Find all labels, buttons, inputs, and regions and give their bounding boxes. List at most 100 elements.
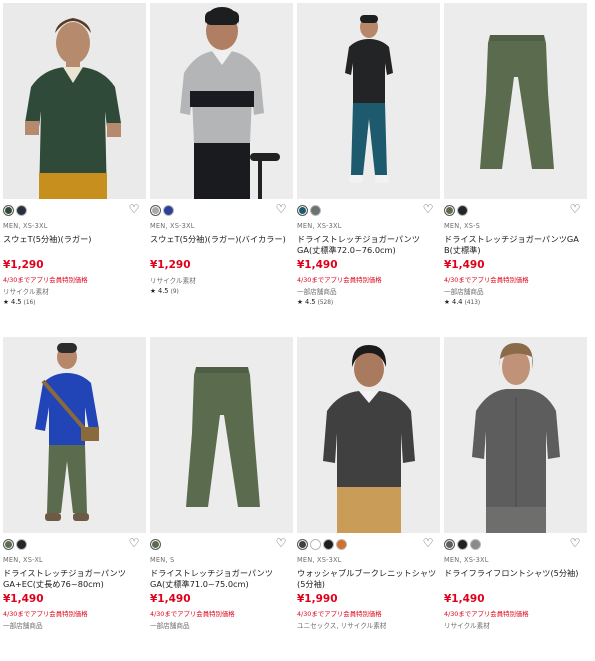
model-gray-shirt-image <box>444 337 587 533</box>
rating-stars: ★ 4.5 <box>3 298 22 306</box>
favorite-heart-icon[interactable]: ♡ <box>128 203 140 215</box>
model-green-rugby-image <box>3 3 146 199</box>
product-image[interactable] <box>444 337 587 533</box>
favorite-heart-icon[interactable]: ♡ <box>422 537 434 549</box>
color-swatch[interactable] <box>3 538 14 550</box>
product-gender-size: MEN, XS-3XL <box>297 556 342 564</box>
color-swatches <box>297 204 440 216</box>
product-price: ¥1,490 <box>297 259 338 271</box>
color-swatch[interactable] <box>470 538 481 550</box>
color-swatch[interactable] <box>297 538 308 550</box>
product-note: 一部店舗商品 <box>444 288 484 296</box>
favorite-heart-icon[interactable]: ♡ <box>422 203 434 215</box>
review-count: (16) <box>23 300 36 306</box>
product-gender-size: MEN, XS-3XL <box>3 222 48 230</box>
color-swatch[interactable] <box>310 204 321 216</box>
favorite-heart-icon[interactable]: ♡ <box>569 537 581 549</box>
color-swatches <box>297 538 440 550</box>
model-gray-bicolor-image <box>150 3 293 199</box>
color-swatch[interactable] <box>163 204 174 216</box>
color-swatch[interactable] <box>323 538 334 550</box>
product-name[interactable]: スウェT(5分袖)(ラガー) <box>3 234 146 256</box>
product-price: ¥1,290 <box>150 259 191 271</box>
product-price: ¥1,290 <box>3 259 44 271</box>
color-swatch[interactable] <box>3 204 14 216</box>
product-name[interactable]: スウェT(5分袖)(ラガー)(バイカラー) <box>150 234 293 256</box>
product-card[interactable]: ♡ MEN, S ドライストレッチジョガーパンツGA(丈標準71.0~75.0c… <box>150 337 293 661</box>
promo-text: 4/30までアプリ会員特別価格 <box>444 610 529 618</box>
product-price: ¥1,490 <box>444 259 485 271</box>
product-price: ¥1,490 <box>150 593 191 605</box>
product-name[interactable]: ドライストレッチジョガーパンツGA(丈標準72.0~76.0cm) <box>297 234 440 256</box>
product-note: リサイクル素材 <box>3 288 49 296</box>
product-name[interactable]: ドライストレッチジョガーパンツGA B(丈標準) <box>444 234 587 256</box>
color-swatch[interactable] <box>310 538 321 550</box>
product-image[interactable] <box>297 3 440 199</box>
color-swatch[interactable] <box>16 204 27 216</box>
product-image[interactable] <box>150 337 293 533</box>
color-swatch[interactable] <box>150 538 161 550</box>
product-card[interactable]: ♡ MEN, XS-3XL ドライフライフロントシャツ(5分袖) ¥1,490 … <box>444 337 587 661</box>
product-image[interactable] <box>3 3 146 199</box>
rating-stars: ★ 4.5 <box>297 298 316 306</box>
color-swatches <box>444 538 587 550</box>
product-grid: ♡ MEN, XS-3XL スウェT(5分袖)(ラガー) ¥1,290 4/30… <box>3 3 587 661</box>
rating: ★ 4.5 (528) <box>297 298 440 307</box>
promo-text: 4/30までアプリ会員特別価格 <box>3 276 88 284</box>
product-image[interactable] <box>150 3 293 199</box>
favorite-heart-icon[interactable]: ♡ <box>275 537 287 549</box>
color-swatches <box>3 538 146 550</box>
promo-text: 4/30までアプリ会員特別価格 <box>3 610 88 618</box>
product-price: ¥1,490 <box>3 593 44 605</box>
rating: ★ 4.4 (413) <box>444 298 587 307</box>
product-name[interactable]: ドライフライフロントシャツ(5分袖) <box>444 568 587 590</box>
product-note: リサイクル素材 <box>150 277 196 285</box>
color-swatches <box>444 204 587 216</box>
promo-text: 4/30までアプリ会員特別価格 <box>297 276 382 284</box>
color-swatch[interactable] <box>297 204 308 216</box>
favorite-heart-icon[interactable]: ♡ <box>275 203 287 215</box>
promo-text: 4/30までアプリ会員特別価格 <box>444 276 529 284</box>
product-gender-size: MEN, S <box>150 556 175 564</box>
model-teal-jogger-image <box>297 3 440 199</box>
color-swatch[interactable] <box>457 538 468 550</box>
product-gender-size: MEN, XS-S <box>444 222 481 230</box>
product-name[interactable]: ドライストレッチジョガーパンツGA+EC(丈長め76~80cm) <box>3 568 146 590</box>
model-blue-sweater-image <box>3 337 146 533</box>
color-swatch[interactable] <box>150 204 161 216</box>
promo-text: 4/30までアプリ会員特別価格 <box>297 610 382 618</box>
product-card[interactable]: ♡ MEN, XS-3XL ウォッシャブルブークレニットシャツ(5分袖) ¥1,… <box>297 337 440 661</box>
product-price: ¥1,990 <box>297 593 338 605</box>
favorite-heart-icon[interactable]: ♡ <box>569 203 581 215</box>
product-image[interactable] <box>3 337 146 533</box>
product-name[interactable]: ドライストレッチジョガーパンツGA(丈標準71.0~75.0cm) <box>150 568 293 590</box>
olive-pants-image <box>444 3 587 199</box>
favorite-heart-icon[interactable]: ♡ <box>128 537 140 549</box>
product-gender-size: MEN, XS-XL <box>3 556 43 564</box>
product-image[interactable] <box>444 3 587 199</box>
color-swatch[interactable] <box>444 538 455 550</box>
review-count: (413) <box>464 300 481 306</box>
product-image[interactable] <box>297 337 440 533</box>
color-swatches <box>150 538 293 550</box>
product-card[interactable]: ♡ MEN, XS-S ドライストレッチジョガーパンツGA B(丈標準) ¥1,… <box>444 3 587 327</box>
color-swatch[interactable] <box>336 538 347 550</box>
product-price: ¥1,490 <box>444 593 485 605</box>
product-card[interactable]: ♡ MEN, XS-3XL ドライストレッチジョガーパンツGA(丈標準72.0~… <box>297 3 440 327</box>
color-swatch[interactable] <box>16 538 27 550</box>
color-swatch[interactable] <box>457 204 468 216</box>
model-dark-knit-image <box>297 337 440 533</box>
color-swatches <box>150 204 293 216</box>
promo-text: 4/30までアプリ会員特別価格 <box>150 610 235 618</box>
review-count: (528) <box>317 300 334 306</box>
olive-pants-image <box>150 337 293 533</box>
product-name[interactable]: ウォッシャブルブークレニットシャツ(5分袖) <box>297 568 440 590</box>
rating: ★ 4.5 (16) <box>3 298 146 307</box>
rating-stars: ★ 4.5 <box>150 287 169 295</box>
color-swatch[interactable] <box>444 204 455 216</box>
product-gender-size: MEN, XS-3XL <box>444 556 489 564</box>
product-card[interactable]: ♡ MEN, XS-3XL スウェT(5分袖)(ラガー) ¥1,290 4/30… <box>3 3 146 327</box>
product-card[interactable]: ♡ MEN, XS-3XL スウェT(5分袖)(ラガー)(バイカラー) ¥1,2… <box>150 3 293 327</box>
product-gender-size: MEN, XS-3XL <box>150 222 195 230</box>
product-card[interactable]: ♡ MEN, XS-XL ドライストレッチジョガーパンツGA+EC(丈長め76~… <box>3 337 146 661</box>
